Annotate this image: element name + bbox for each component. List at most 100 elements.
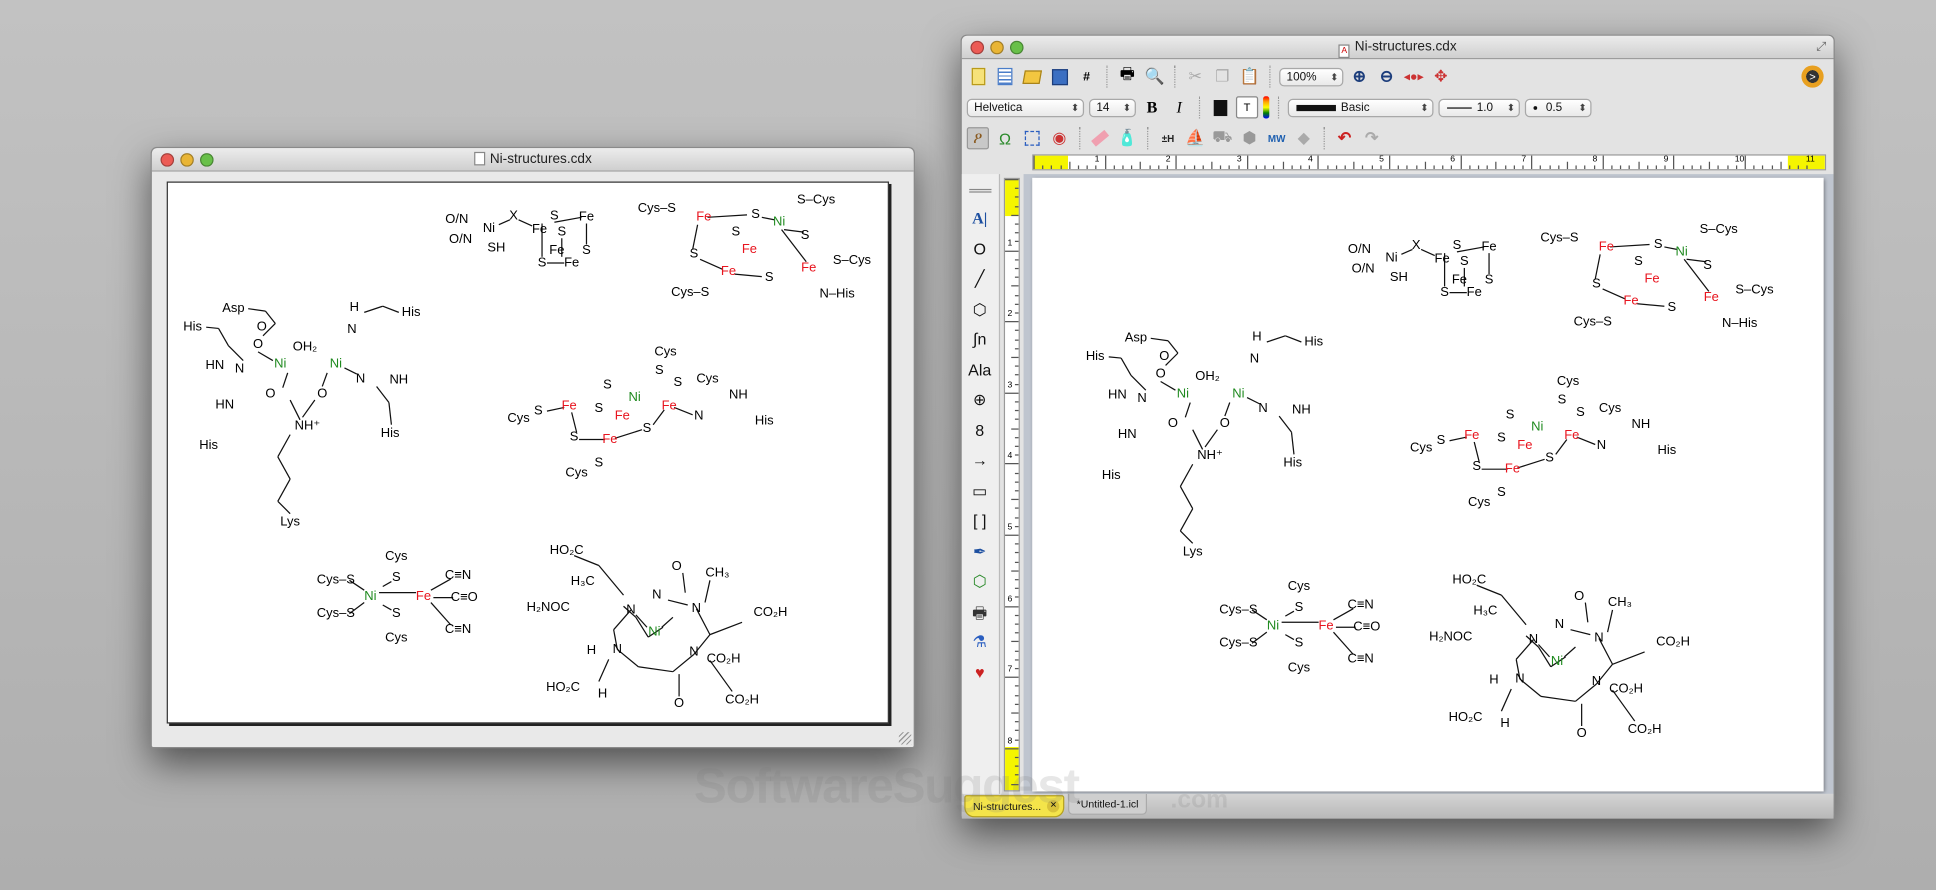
atom-label[interactable]: O [1577,727,1587,740]
atom-label[interactable]: S [1634,255,1643,268]
atom-label[interactable]: CO₂H [725,694,759,707]
atom-label[interactable]: HN [1108,389,1127,402]
save-icon[interactable] [1048,65,1070,87]
atom-label[interactable]: Cys [654,345,676,358]
atom-label[interactable]: Fe [1644,273,1659,286]
atom-label[interactable]: Cys–S [1574,316,1612,329]
atom-label[interactable]: HO₂C [550,544,584,557]
atom-label[interactable]: N–His [819,287,854,300]
atom-label[interactable]: S [690,248,699,261]
font-size-select[interactable]: 14 [1089,98,1136,117]
template-tool-icon[interactable]: ⬡ [962,572,998,592]
arrow-tool-icon[interactable]: → [962,451,998,470]
orbital-tool-icon[interactable]: 8 [962,420,998,439]
atom-label[interactable]: Fe [1599,240,1614,253]
atom-label[interactable]: HO₂C [546,681,580,694]
atom-label[interactable]: S [538,256,547,270]
atom-label[interactable]: Cys–S [317,574,355,587]
zoom-in-icon[interactable]: ⊕ [1348,65,1370,87]
atom-label[interactable]: N [694,410,703,423]
atom-label[interactable]: Ni [330,358,342,371]
atom-label[interactable]: S [751,208,760,221]
atom-label[interactable]: His [1657,444,1676,457]
atom-label[interactable]: N [626,603,635,616]
atom-label[interactable]: Fe [1464,429,1479,442]
atom-label[interactable]: C≡N [1347,599,1373,612]
atom-label[interactable]: S [582,244,591,257]
amino-acid-tool-icon[interactable]: Ala [962,360,998,379]
atom-label[interactable]: Cys–S [671,286,709,299]
clean-structure-icon[interactable]: ⛵ [1184,127,1206,149]
atom-label[interactable]: N [692,602,701,615]
eraser-icon[interactable] [1089,127,1111,149]
atom-label[interactable]: OH₂ [293,340,317,353]
atom-label[interactable]: S [603,379,612,392]
atom-label[interactable]: His [755,415,774,428]
atom-label[interactable]: N [356,373,365,386]
marquee-tool-icon[interactable] [1021,127,1043,149]
atom-label[interactable]: Cys [385,632,407,645]
ring-tool-icon[interactable]: O [962,239,998,258]
atom-label[interactable]: H [1252,331,1261,344]
atom-label[interactable]: Fe [1452,274,1467,287]
atom-label[interactable]: N–His [1722,317,1757,330]
eraser-mode-icon[interactable]: ◉ [1048,127,1070,149]
atom-label[interactable]: H [1500,717,1509,730]
atom-label[interactable]: O [672,560,682,573]
atom-label[interactable]: Asp [1125,332,1147,345]
atom-label[interactable]: CH₃ [1608,596,1632,609]
atom-label[interactable]: H [587,644,596,657]
atom-label[interactable]: N [1258,402,1267,415]
atom-label[interactable]: HN [1118,428,1137,441]
atom-label[interactable]: NH [729,389,748,402]
atom-label[interactable]: Fe [1467,286,1482,299]
atom-label[interactable]: CO₂H [754,606,788,619]
help-icon[interactable]: > [1801,65,1824,88]
minimize-button[interactable] [180,153,194,167]
atom-label[interactable]: NH [1292,403,1311,416]
atom-label[interactable]: S [655,364,664,377]
minimize-button[interactable] [990,40,1004,55]
atom-label[interactable]: S [1506,408,1515,421]
atom-label[interactable]: N [1592,675,1601,688]
atom-label[interactable]: N [613,643,622,656]
atom-label[interactable]: C≡O [1353,621,1380,634]
atom-label[interactable]: N [1555,618,1564,631]
atom-label[interactable]: S [557,226,566,239]
atom-label[interactable]: Cys–S [638,202,676,215]
cut-icon[interactable]: ✂ [1184,65,1206,87]
bracket-tool-icon[interactable]: [ ] [962,511,998,530]
atom-label[interactable]: O/N [449,233,472,246]
text-format-icon[interactable]: T [1235,96,1259,119]
atom-label[interactable]: S [392,607,401,620]
atom-label[interactable]: Fe [801,261,816,274]
atom-label[interactable]: OH₂ [1195,370,1219,383]
atom-label[interactable]: NH⁺ [1197,449,1223,462]
zoom-button[interactable] [200,153,214,167]
charge-tool-icon[interactable]: ⊕ [962,390,998,410]
atom-label[interactable]: O/N [1352,263,1375,276]
atom-label[interactable]: Fe [562,400,577,413]
atom-label[interactable]: S [534,405,543,418]
atom-label[interactable]: O [674,697,684,710]
atom-label[interactable]: O [1574,590,1584,603]
atom-label[interactable]: Cys–S [317,607,355,620]
atom-label[interactable]: O/N [1348,243,1371,256]
atom-label[interactable]: His [1283,457,1302,470]
atom-label[interactable]: C≡O [451,591,478,604]
atom-label[interactable]: Cys–S [1219,603,1257,616]
atom-label[interactable]: Ni [364,590,376,603]
atom-label[interactable]: His [1086,350,1105,363]
atom-label[interactable]: S [1472,460,1481,473]
atom-label[interactable]: H₂NOC [1429,631,1472,644]
color-palette-icon[interactable] [1263,96,1270,119]
atom-label[interactable]: NH [1632,418,1651,431]
atom-label[interactable]: Cys–S [1540,232,1578,245]
atom-label[interactable]: Fe [416,590,431,603]
atom-label[interactable]: Cys [696,373,718,386]
atom-label[interactable]: Fe [742,243,757,256]
atom-label[interactable]: His [381,427,400,440]
resize-grip[interactable] [898,732,912,745]
atom-label[interactable]: S–Cys [1700,223,1738,236]
favorites-tool-icon[interactable]: ♥ [962,662,998,681]
